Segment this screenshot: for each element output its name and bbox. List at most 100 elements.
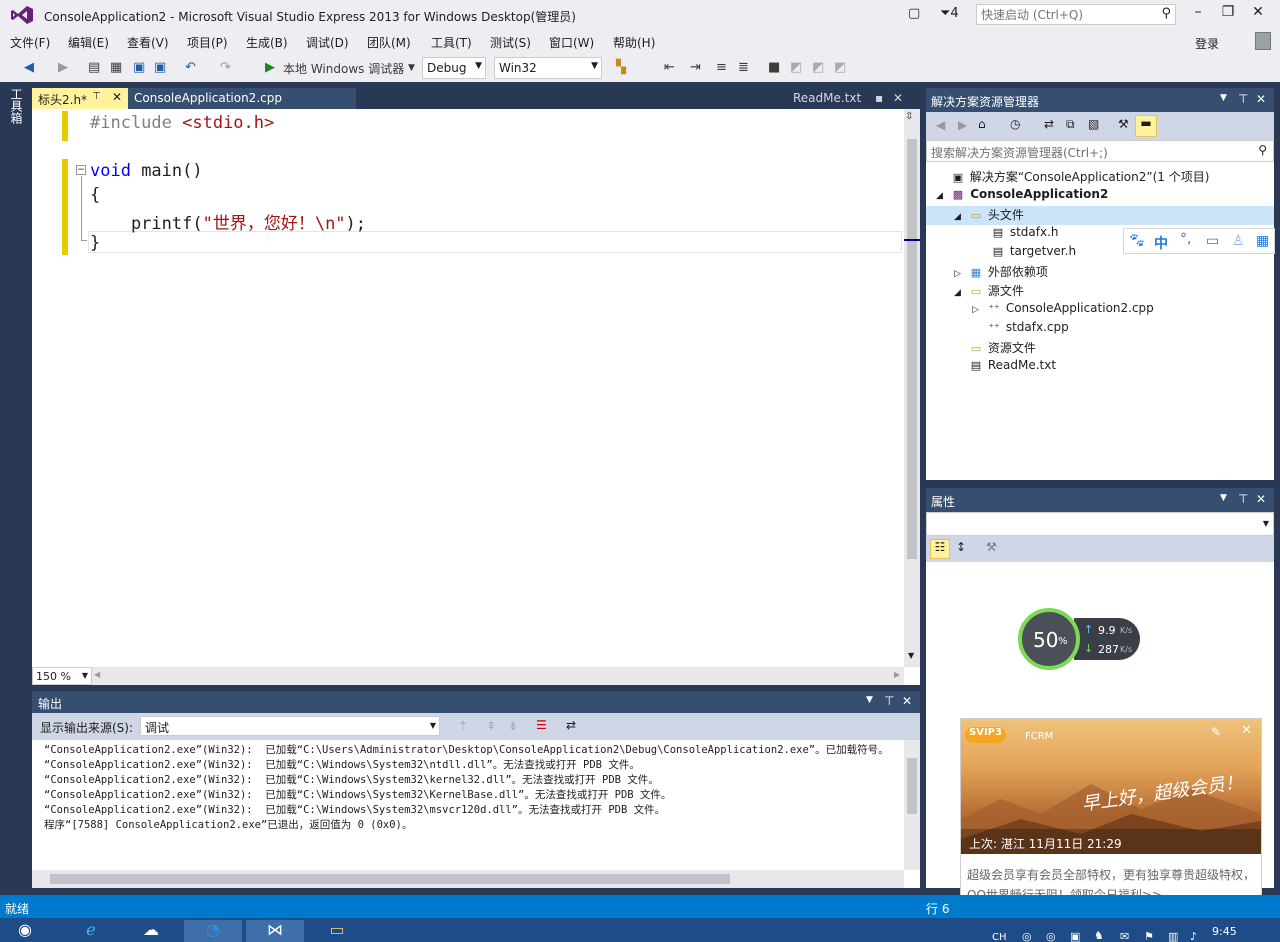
uncomment-icon[interactable]: ≣ [738,60,749,75]
pin-icon[interactable]: ⊤ [884,694,894,708]
tray-app-icon[interactable]: ▣ [1070,930,1080,942]
pin-icon[interactable]: ⊤ [1238,92,1248,106]
new-project-icon[interactable]: ▤ [88,60,100,75]
step-icon[interactable]: ⇤ [664,60,675,75]
network-icon[interactable]: ▥ [1168,930,1178,942]
tree-file[interactable]: ▷ ⁺⁺ ConsoleApplication2.cpp [972,301,1154,315]
forward-icon[interactable]: ▶ [58,60,68,75]
editor-vertical-scrollbar[interactable]: ⇳ ▼ [904,109,920,667]
tree-solution[interactable]: ▣ 解决方案“ConsoleApplication2”(1 个项目) [936,168,1210,185]
chevron-down-icon[interactable]: ▼ [1220,493,1227,503]
scroll-thumb[interactable] [50,874,730,884]
browser-icon[interactable]: ◔ [184,920,242,942]
alphabetical-icon[interactable]: ↕ [956,540,966,554]
avatar[interactable] [1255,32,1271,50]
close-icon[interactable]: ✕ [1256,492,1266,506]
close-icon[interactable]: ✕ [1241,723,1252,738]
open-file-icon[interactable]: ▦ [110,60,122,75]
scroll-thumb[interactable] [907,758,917,814]
debug-target-button[interactable]: 本地 Windows 调试器 [283,60,404,77]
minimize-button[interactable]: – [1186,4,1210,24]
output-vertical-scrollbar[interactable] [904,740,920,870]
quick-launch-input[interactable] [977,5,1155,24]
redo-icon[interactable]: ↷ [220,60,231,75]
start-debugging-icon[interactable]: ▶ [265,60,275,75]
save-icon[interactable]: ▣ [133,60,145,75]
restore-button[interactable]: ❐ [1216,4,1240,24]
tab-header-file[interactable]: 标头2.h* ⊤ ✕ [32,88,128,109]
tray-app-icon[interactable]: ◎ [1046,930,1056,942]
undo-icon[interactable]: ↶ [185,60,196,75]
tray-language[interactable]: CH [992,932,1007,942]
paw-icon[interactable]: 🐾︎ [1128,233,1146,249]
home-icon[interactable]: ⌂ [978,117,986,131]
visual-studio-taskbar-icon[interactable]: ⋈ [246,920,304,942]
menu-window[interactable]: 窗口(W) [549,34,594,51]
file-explorer-icon[interactable]: ▭ [308,920,366,942]
scroll-left-icon[interactable]: ◀ [94,670,100,679]
platform-select[interactable]: Win32 ▼ [494,57,602,79]
close-icon[interactable]: ✕ [893,91,903,105]
output-horizontal-scrollbar[interactable] [32,870,904,888]
breakpoint-icon[interactable]: ⇥ [690,60,701,75]
menu-view[interactable]: 查看(V) [127,34,169,51]
ime-lang-toggle[interactable]: 中 [1154,233,1168,253]
comment-icon[interactable]: ≡ [716,60,727,75]
output-text[interactable]: “ConsoleApplication2.exe”(Win32): 已加载“C:… [32,740,920,888]
clear-bookmarks-icon[interactable]: ◩ [834,60,846,75]
tree-file[interactable]: ⁺⁺ stdafx.cpp [986,320,1069,334]
close-icon[interactable]: ✕ [1256,92,1266,106]
configuration-select[interactable]: Debug ▼ [422,57,486,79]
ime-punct-toggle[interactable]: °, [1180,231,1191,247]
zoom-select[interactable]: 150 % ▼ [32,667,92,685]
menu-tools[interactable]: 工具(T) [431,34,472,51]
tree-file[interactable]: ▤ targetver.h [990,244,1076,258]
pin-icon[interactable]: ⊤ [1238,492,1248,506]
solution-search-input[interactable]: 搜索解决方案资源管理器(Ctrl+;) ⚲ [926,140,1274,162]
keyboard-icon[interactable]: ▭ [1206,233,1219,249]
ie-icon[interactable]: ℯ [62,920,120,942]
word-wrap-icon[interactable]: ⇄ [566,718,576,732]
qq-tray-icon[interactable]: ♞ [1094,929,1104,942]
toolbox-tab[interactable]: 工具箱 [9,88,23,124]
prev-message-icon[interactable]: ⇞ [486,719,496,733]
code-editor[interactable]: − #include <stdio.h> void main() { print… [32,109,920,685]
collapse-icon[interactable]: − [76,165,86,175]
volume-icon[interactable]: ♪ [1190,930,1197,942]
scroll-right-icon[interactable]: ▶ [894,670,900,679]
properties-object-select[interactable]: ▼ [926,512,1274,536]
menu-debug[interactable]: 调试(D) [306,34,349,51]
taskbar-clock[interactable]: 9:45 [1212,925,1237,938]
signin-link[interactable]: 登录 [1195,35,1219,52]
tab-cpp-file[interactable]: ConsoleApplication2.cpp [128,88,356,109]
pending-changes-icon[interactable]: ◷ [1010,117,1020,131]
grid-icon[interactable]: ▦ [1256,233,1269,249]
next-message-icon[interactable]: ⇟ [508,719,518,733]
back-icon[interactable]: ◀ [936,118,945,132]
menu-project[interactable]: 项目(P) [187,34,228,51]
feedback-icon[interactable]: ▢ [908,6,920,21]
find-message-icon[interactable]: ⇡ [458,719,468,733]
save-all-icon[interactable]: ▣ [154,60,166,75]
tree-folder-external[interactable]: ▷ ▦ 外部依赖项 [954,263,1048,280]
chevron-down-icon[interactable]: ▼ [408,63,415,73]
cloud-icon[interactable]: ☁ [122,920,180,942]
expanded-icon[interactable]: ◢ [954,212,968,222]
menu-help[interactable]: 帮助(H) [613,34,655,51]
qq-notification-popup[interactable]: SVIP3 FCRM ✎ ✕ 早上好，超级会员！ 上次: 湛江 11月11日 2… [960,718,1262,912]
collapsed-icon[interactable]: ▷ [954,269,968,279]
menu-team[interactable]: 团队(M) [367,34,411,51]
chevron-down-icon[interactable]: ▼ [866,695,873,705]
collapse-all-icon[interactable]: ⧉ [1066,117,1075,132]
close-window-button[interactable]: ✕ [1246,4,1270,24]
next-bookmark-icon[interactable]: ◩ [812,60,824,75]
menu-file[interactable]: 文件(F) [10,34,50,51]
tree-folder-sources[interactable]: ◢ ▭ 源文件 [954,282,1024,299]
back-icon[interactable]: ◀ [24,60,34,75]
network-meter[interactable]: ↑ 9.9 K/s ↓ 287 K/s 50 % [1018,608,1140,670]
expanded-icon[interactable]: ◢ [936,191,950,201]
find-in-files-icon[interactable]: ▚ [616,60,626,75]
collapsed-icon[interactable]: ▷ [972,305,986,315]
output-source-select[interactable]: 调试 ▼ [140,716,440,736]
tree-folder-headers[interactable]: ◢ ▭ 头文件 [926,206,1274,225]
